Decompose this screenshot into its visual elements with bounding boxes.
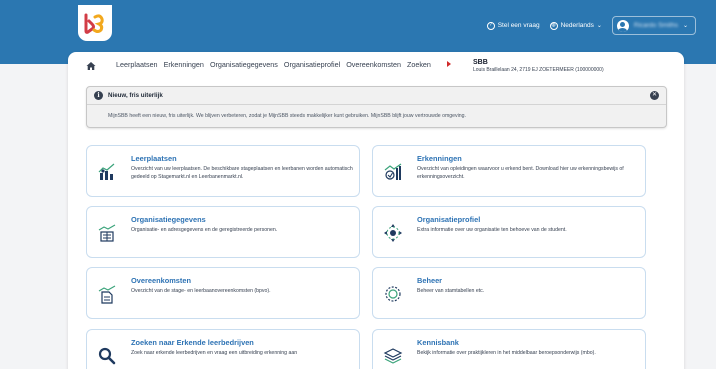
notice-header: i Nieuw, fris uiterlijk ✕ — [87, 87, 666, 105]
agreement-document-icon — [98, 285, 116, 304]
card-description: Organisatie- en adresgegevens en de gere… — [131, 227, 278, 233]
info-icon: i — [94, 91, 103, 100]
organisation-data-icon — [98, 224, 116, 242]
card-title: Organisatiegegevens — [131, 215, 206, 224]
close-icon[interactable]: ✕ — [650, 91, 659, 100]
help-link[interactable]: ? Stel een vraag — [486, 21, 540, 30]
nav-item-erkenningen[interactable]: Erkenningen — [164, 60, 204, 69]
organisation-info: SBB Louis Braillelaan 24, 2719 EJ ZOETER… — [473, 59, 604, 73]
workplace-chart-icon — [98, 163, 115, 180]
recognition-chart-icon — [384, 163, 402, 180]
card-erkenningen[interactable]: Erkenningen Overzicht van opleidingen wa… — [372, 145, 646, 197]
nav-more-arrow-icon[interactable] — [447, 61, 451, 67]
card-description: Beheer van stamtabellen etc. — [417, 288, 485, 294]
card-title: Overeenkomsten — [131, 276, 191, 285]
chevron-down-icon: ⌄ — [596, 23, 602, 29]
card-title: Kennisbank — [417, 338, 459, 347]
notice-banner: i Nieuw, fris uiterlijk ✕ MijnSBB heeft … — [86, 86, 667, 128]
card-description: Overzicht van uw leerplaatsen. De beschi… — [131, 166, 353, 180]
nav-item-organisatieprofiel[interactable]: Organisatieprofiel — [284, 60, 340, 69]
org-address: Louis Braillelaan 24, 2719 EJ ZOETERMEER… — [473, 67, 604, 73]
sbb-logo[interactable] — [78, 5, 112, 41]
card-description: Bekijk informatie over praktijkleren in … — [417, 350, 596, 356]
avatar — [616, 19, 629, 32]
card-kennisbank[interactable]: Kennisbank Bekijk informatie over prakti… — [372, 329, 646, 369]
settings-gear-icon — [385, 286, 401, 302]
card-description: Extra informatie over uw organisatie ten… — [417, 227, 567, 233]
card-title: Organisatieprofiel — [417, 215, 481, 224]
card-leerplaatsen[interactable]: Leerplaatsen Overzicht van uw leerplaats… — [86, 145, 360, 197]
user-name: Ricardo Smiths — [633, 22, 678, 29]
card-title: Zoeken naar Erkende leerbedrijven — [131, 338, 254, 347]
home-icon[interactable] — [86, 61, 96, 71]
globe-icon: ◍ — [549, 21, 558, 30]
card-organisatieprofiel[interactable]: Organisatieprofiel Extra informatie over… — [372, 206, 646, 258]
card-zoeken-erkende-leerbedrijven[interactable]: Zoeken naar Erkende leerbedrijven Zoek n… — [86, 329, 360, 369]
language-selector[interactable]: ◍ Nederlands ⌄ — [549, 21, 602, 30]
org-name: SBB — [473, 59, 488, 66]
notice-title: Nieuw, fris uiterlijk — [108, 92, 163, 99]
user-menu[interactable]: Ricardo Smiths ⌄ — [611, 16, 696, 35]
search-icon — [98, 347, 116, 365]
main-nav: Leerplaatsen Erkenningen Organisatiegege… — [68, 52, 684, 80]
main-panel: Leerplaatsen Erkenningen Organisatiegege… — [68, 52, 684, 369]
nav-item-leerplaatsen[interactable]: Leerplaatsen — [116, 60, 158, 69]
help-label: Stel een vraag — [497, 22, 540, 29]
card-beheer[interactable]: Beheer Beheer van stamtabellen etc. — [372, 267, 646, 319]
card-description: Overzicht van de stage- en leerbaanovere… — [131, 288, 271, 294]
card-description: Zoek naar erkende leerbedrijven en vraag… — [131, 350, 298, 356]
layers-icon — [383, 348, 403, 364]
card-organisatiegegevens[interactable]: Organisatiegegevens Organisatie- en adre… — [86, 206, 360, 258]
language-label: Nederlands — [560, 22, 594, 29]
profile-arrows-icon — [384, 224, 402, 242]
card-overeenkomsten[interactable]: Overeenkomsten Overzicht van de stage- e… — [86, 267, 360, 319]
notice-text: MijnSBB heeft een nieuw, fris uiterlijk.… — [108, 113, 467, 119]
card-title: Erkenningen — [417, 154, 462, 163]
card-description: Overzicht van opleidingen waarvoor u erk… — [417, 166, 624, 180]
nav-item-organisatiegegevens[interactable]: Organisatiegegevens — [210, 60, 278, 69]
card-title: Leerplaatsen — [131, 154, 177, 163]
nav-item-overeenkomsten[interactable]: Overeenkomsten — [346, 60, 401, 69]
chevron-down-icon: ⌄ — [682, 23, 688, 29]
nav-item-zoeken[interactable]: Zoeken — [407, 60, 431, 69]
card-title: Beheer — [417, 276, 443, 285]
question-icon: ? — [486, 21, 495, 30]
